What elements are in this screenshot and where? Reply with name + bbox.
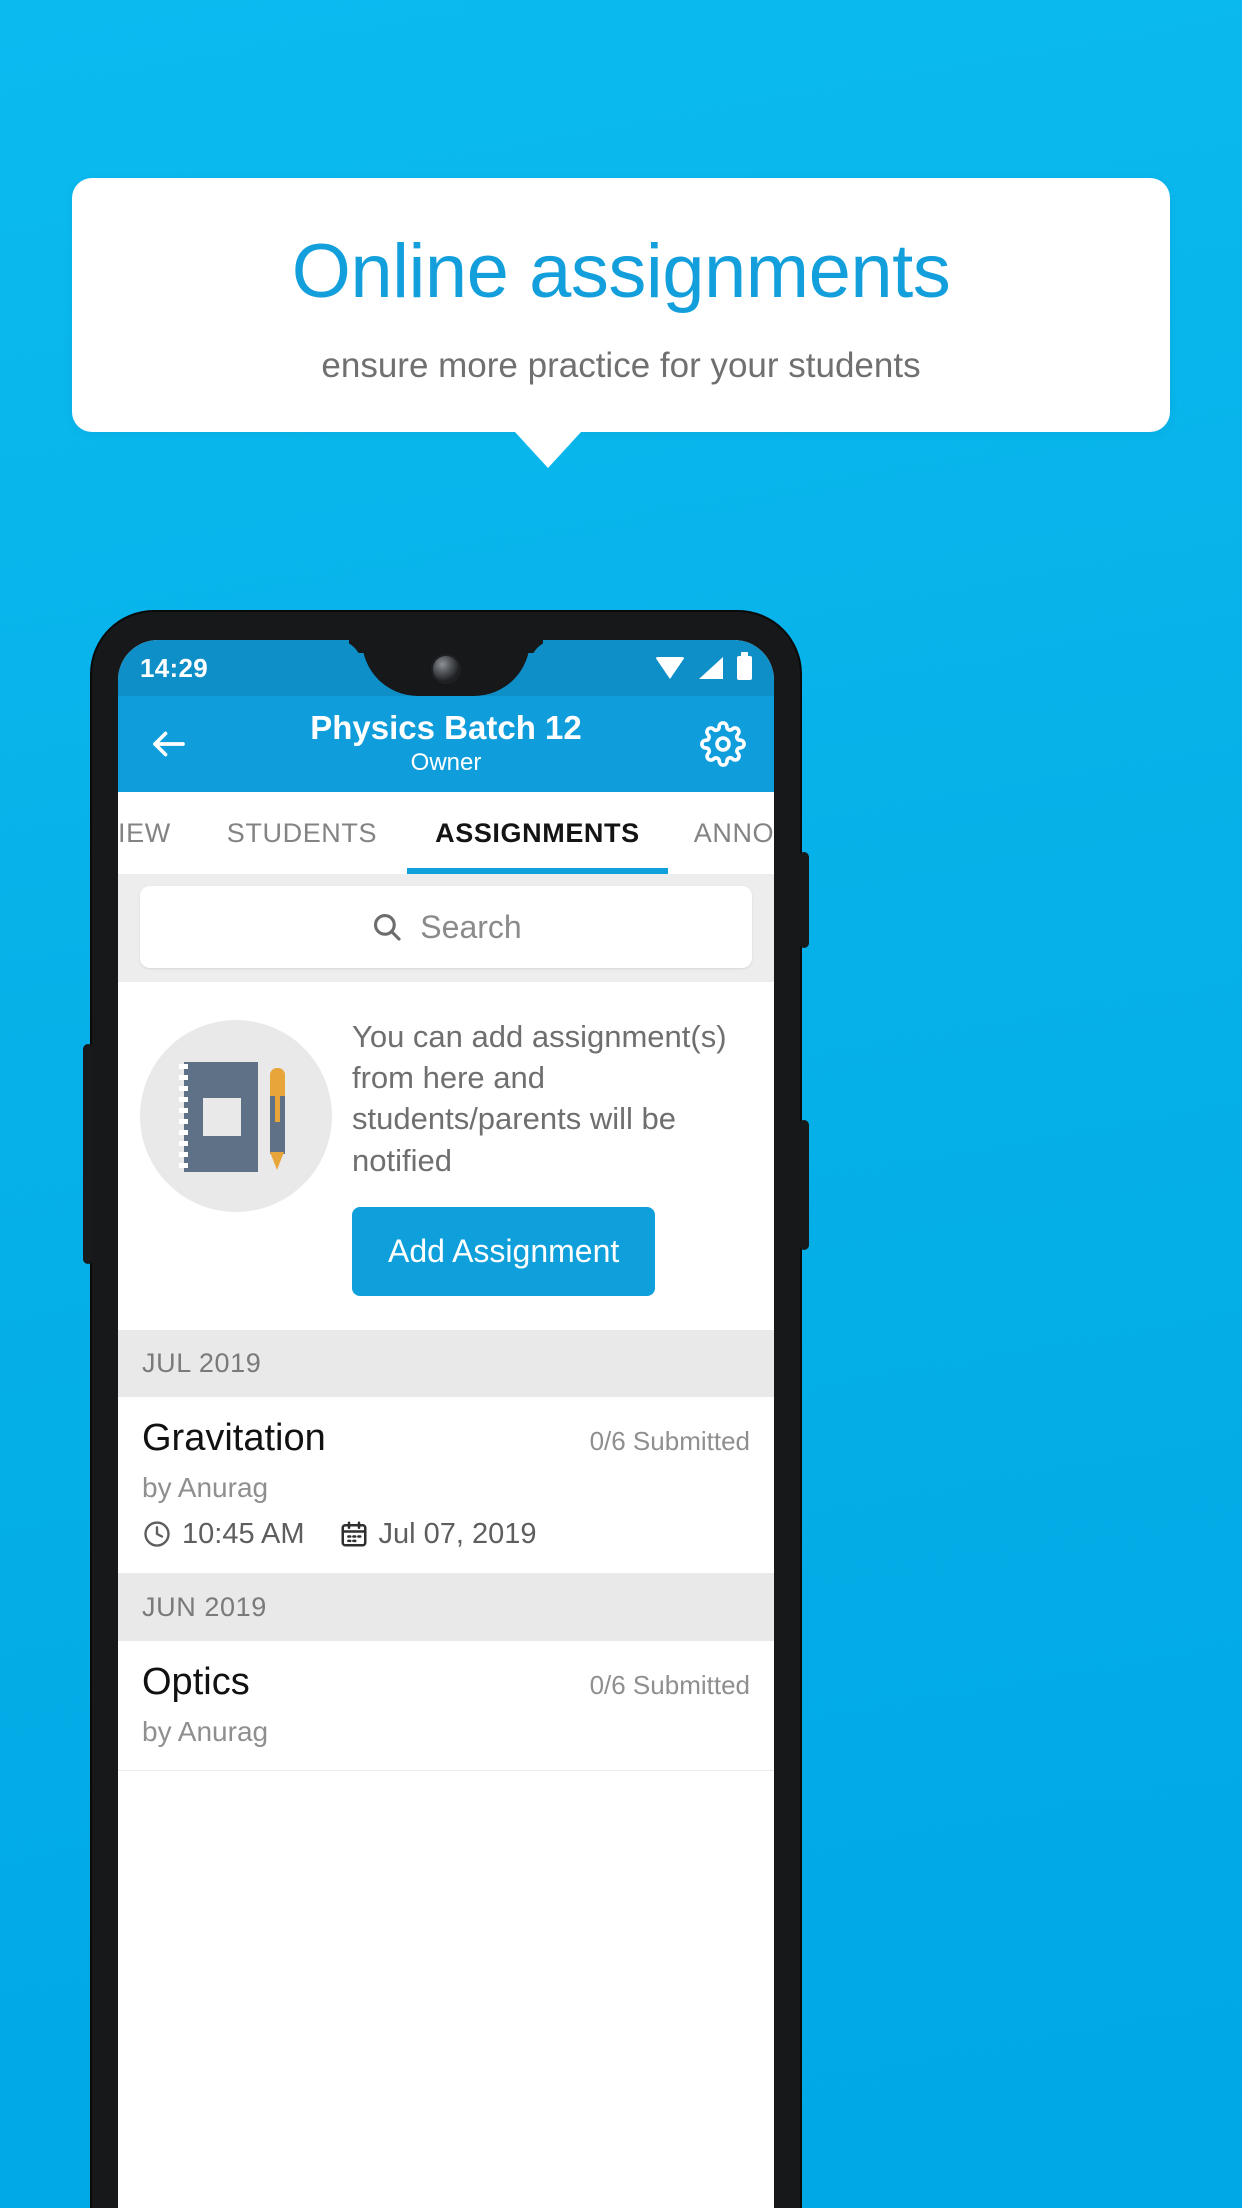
page-subtitle: Owner: [410, 749, 482, 776]
app-bar-titles: Physics Batch 12 Owner: [198, 709, 694, 777]
wifi-icon: [655, 657, 685, 679]
assignment-title: Gravitation: [142, 1416, 326, 1459]
promo-title: Online assignments: [291, 229, 951, 314]
status-badge: 0/6 Submitted: [589, 1425, 750, 1456]
table-row[interactable]: Gravitation 0/6 Submitted by Anurag 10:4…: [118, 1396, 774, 1574]
month-header-jul: JUL 2019: [118, 1329, 774, 1397]
empty-state-text: You can add assignment(s) from here and …: [352, 1019, 727, 1178]
month-header-jun: JUN 2019: [118, 1573, 774, 1641]
status-badge: 0/6 Submitted: [589, 1669, 750, 1700]
notebook-spiral-icon: [179, 1064, 188, 1170]
tab-students[interactable]: STUDENTS: [197, 792, 407, 874]
signal-icon: [699, 657, 723, 679]
search-input[interactable]: Search: [140, 886, 752, 968]
app-bar: Physics Batch 12 Owner: [118, 696, 774, 792]
search-icon: [370, 910, 404, 944]
search-placeholder: Search: [420, 908, 522, 945]
empty-state-card: You can add assignment(s) from here and …: [118, 982, 774, 1330]
phone-mockup: 14:29 Physics Batch 12 Owner IEW STUDENT…: [83, 612, 809, 2208]
status-bar-icons: [655, 652, 752, 680]
tab-announcements[interactable]: ANNOUNCEM: [668, 792, 774, 874]
assignment-time: 10:45 AM: [182, 1517, 305, 1550]
tab-overview[interactable]: IEW: [118, 792, 197, 874]
assignment-author: by Anurag: [142, 1715, 269, 1747]
tab-bar: IEW STUDENTS ASSIGNMENTS ANNOUNCEM: [118, 792, 774, 874]
assignment-meta: 10:45 AM Jul 07, 2019: [142, 1518, 750, 1551]
table-row[interactable]: Optics 0/6 Submitted by Anurag: [118, 1640, 774, 1771]
notebook-and-pen-icon: [140, 1020, 332, 1212]
notebook-label-icon: [203, 1098, 241, 1136]
calendar-icon: [339, 1519, 369, 1549]
promo-callout-tail: [515, 431, 581, 468]
promo-card: Online assignments ensure more practice …: [72, 178, 1170, 432]
pen-nib-icon: [270, 1152, 284, 1170]
search-zone: Search: [118, 874, 774, 982]
clock-icon: [142, 1519, 172, 1549]
phone-volume-button: [799, 1120, 809, 1250]
empty-state-content: You can add assignment(s) from here and …: [352, 1010, 752, 1296]
tab-assignments[interactable]: ASSIGNMENTS: [407, 792, 668, 874]
battery-icon: [737, 652, 752, 680]
phone-power-button: [799, 852, 809, 948]
phone-side-button: [83, 1044, 93, 1264]
pen-band-icon: [275, 1076, 280, 1122]
assignment-row-top: Optics 0/6 Submitted: [142, 1661, 750, 1704]
assignment-title: Optics: [142, 1660, 250, 1703]
assignment-date: Jul 07, 2019: [378, 1517, 537, 1550]
promo-callout: Online assignments ensure more practice …: [72, 178, 1170, 468]
back-arrow-icon[interactable]: [140, 715, 198, 773]
front-camera-icon: [433, 656, 459, 682]
page-title: Physics Batch 12: [310, 709, 582, 746]
assignment-row-top: Gravitation 0/6 Submitted: [142, 1417, 750, 1460]
add-assignment-button[interactable]: Add Assignment: [352, 1206, 656, 1296]
phone-screen: 14:29 Physics Batch 12 Owner IEW STUDENT…: [118, 640, 774, 2208]
gear-icon[interactable]: [694, 715, 752, 773]
pen-icon: [270, 1068, 285, 1170]
promo-subtitle: ensure more practice for your students: [321, 345, 921, 385]
notebook-icon: [179, 1062, 258, 1172]
assignment-author: by Anurag: [142, 1471, 269, 1503]
status-bar-time: 14:29: [140, 652, 208, 683]
